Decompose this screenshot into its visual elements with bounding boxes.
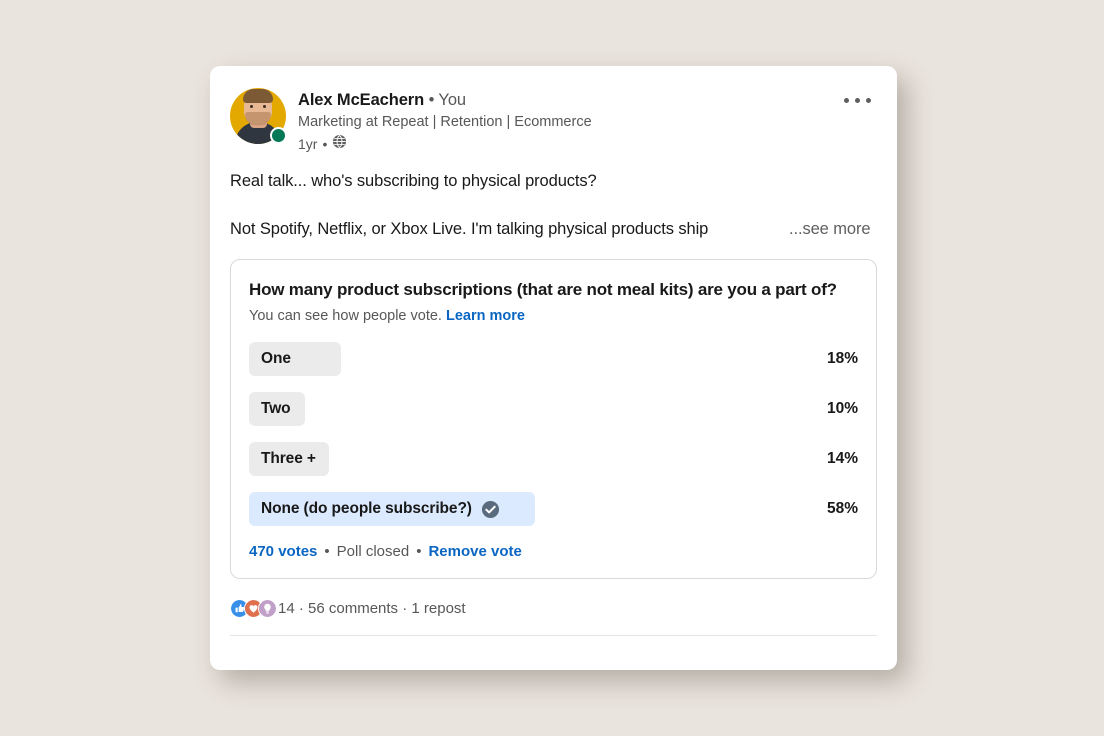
poll-option-label: One (261, 350, 291, 367)
see-more-button[interactable]: ...see more (789, 217, 871, 241)
poll-option[interactable]: One 18% (249, 342, 858, 376)
poll-subtitle: You can see how people vote. Learn more (249, 306, 858, 326)
post-text-line-1: Real talk... who's subscribing to physic… (230, 172, 597, 190)
post-text: Real talk... who's subscribing to physic… (210, 153, 897, 241)
poll-option-label-wrap: None (do people subscribe?) (249, 500, 500, 519)
remove-vote-button[interactable]: Remove vote (428, 542, 521, 562)
ellipsis-dot (844, 98, 849, 103)
poll-options: One 18% Two 10% Three + 14% None (do peo… (249, 342, 858, 526)
poll-option-label-wrap: Three + (249, 450, 316, 468)
post-timestamp: 1yr (298, 135, 318, 152)
ellipsis-dot (855, 98, 860, 103)
author-name[interactable]: Alex McEachern (298, 91, 424, 109)
poll-option-percent: 10% (826, 400, 858, 417)
poll-option-label: Two (261, 400, 291, 417)
reaction-icons[interactable] (230, 598, 277, 618)
poll-votes-count[interactable]: 470 votes (249, 542, 317, 562)
meta-separator: • (322, 135, 328, 152)
avatar-eye-right (263, 105, 266, 108)
poll-option-percent: 58% (826, 500, 858, 517)
author-headline: Marketing at Repeat | Retention | Ecomme… (298, 114, 592, 130)
poll-learn-more-link[interactable]: Learn more (446, 308, 525, 324)
post-header: Alex McEachern • You Marketing at Repeat… (210, 66, 897, 153)
social-counts[interactable]: 14 · 56 comments · 1 repost (278, 600, 466, 617)
author-line: Alex McEachern • You (298, 90, 877, 110)
post-text-line-2-row: Not Spotify, Netflix, or Xbox Live. I'm … (230, 217, 877, 241)
poll-option-label-wrap: One (249, 350, 291, 368)
avatar[interactable] (230, 88, 287, 144)
insightful-reaction-icon (258, 598, 277, 618)
poll-footer: 470 votes • Poll closed • Remove vote (249, 542, 858, 562)
avatar-hair (243, 89, 273, 103)
post-meta: 1yr • (298, 134, 877, 153)
poll-subtitle-text: You can see how people vote. (249, 308, 442, 324)
poll-option-percent: 18% (826, 350, 858, 367)
active-status-dot (270, 127, 287, 144)
post-options-button[interactable] (838, 92, 877, 109)
poll-option[interactable]: Three + 14% (249, 442, 858, 476)
author-relationship: • You (428, 91, 467, 109)
poll-option[interactable]: Two 10% (249, 392, 858, 426)
post-text-line-2: Not Spotify, Netflix, or Xbox Live. I'm … (230, 220, 709, 238)
avatar-eye-left (250, 105, 253, 108)
poll-question: How many product subscriptions (that are… (249, 280, 837, 299)
poll-option-label-wrap: Two (249, 400, 291, 418)
poll-card: How many product subscriptions (that are… (230, 259, 877, 579)
social-proof-row: 14 · 56 comments · 1 repost (230, 591, 877, 625)
poll-separator: • (324, 543, 330, 560)
poll-option-label: Three + (261, 450, 316, 467)
poll-option-percent: 14% (826, 450, 858, 467)
linkedin-post-card: Alex McEachern • You Marketing at Repeat… (210, 66, 897, 670)
poll-separator: • (416, 543, 422, 560)
footer-divider (230, 635, 877, 636)
check-circle-icon (481, 500, 499, 518)
poll-status: Poll closed (336, 543, 410, 560)
author-block: Alex McEachern • You Marketing at Repeat… (298, 88, 877, 153)
globe-icon (332, 134, 347, 153)
ellipsis-dot (866, 98, 871, 103)
poll-option-label: None (do people subscribe?) (261, 500, 472, 517)
poll-option-selected[interactable]: None (do people subscribe?) 58% (249, 492, 858, 526)
